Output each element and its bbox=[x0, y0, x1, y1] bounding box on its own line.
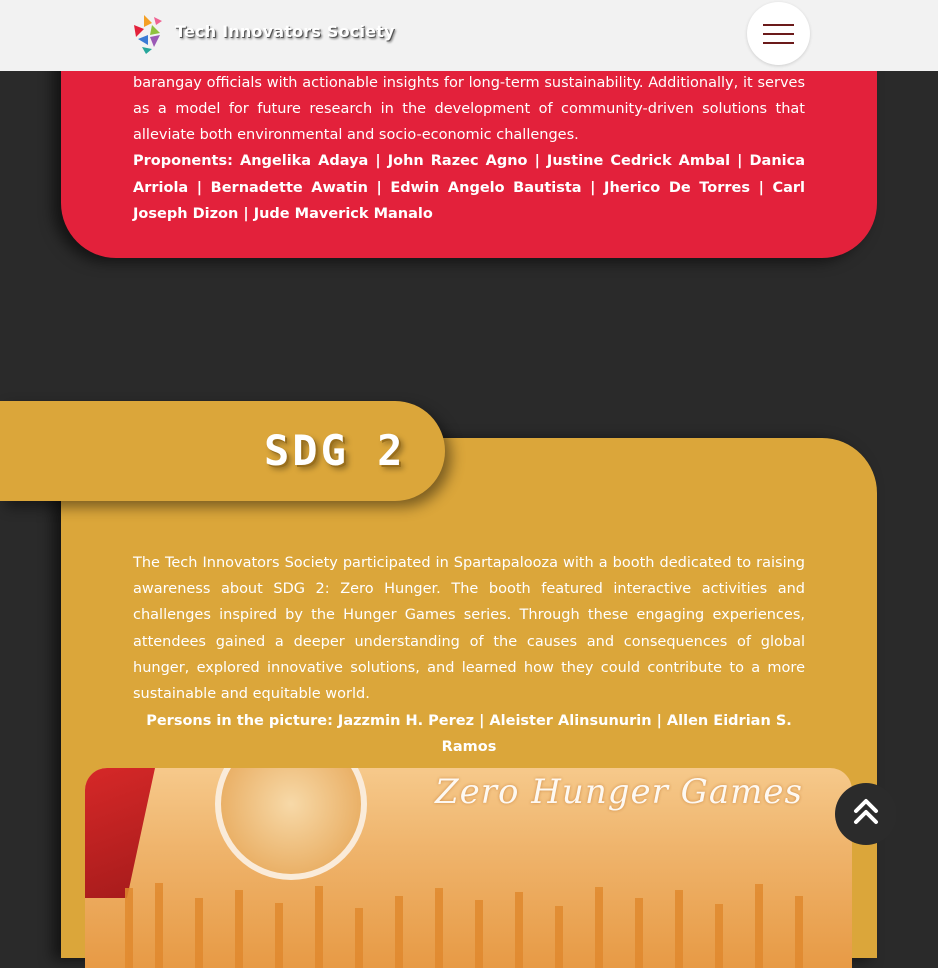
proponents-list: Proponents: Angelika Adaya | John Razec … bbox=[133, 153, 805, 222]
sdg2-card: The Tech Innovators Society participated… bbox=[61, 438, 877, 968]
double-chevron-up-icon bbox=[854, 799, 878, 824]
event-photo: Zero Hunger Games bbox=[85, 768, 852, 968]
menu-line bbox=[763, 24, 794, 26]
photo-plate-logo bbox=[215, 768, 367, 880]
scroll-to-top-button[interactable] bbox=[835, 783, 897, 845]
menu-line bbox=[763, 42, 794, 44]
project-description: barangay officials with actionable insig… bbox=[133, 75, 805, 143]
photo-paper-strips bbox=[125, 883, 803, 968]
sdg2-description: The Tech Innovators Society participated… bbox=[133, 555, 805, 703]
persons-caption: Persons in the picture: Jazzmin H. Perez… bbox=[146, 713, 792, 755]
menu-button[interactable] bbox=[747, 2, 810, 65]
site-header: Tech Innovators Society bbox=[0, 0, 938, 71]
logo-icon[interactable] bbox=[130, 13, 170, 55]
sdg-title: SDG 2 bbox=[264, 426, 406, 475]
menu-line bbox=[763, 33, 794, 35]
photo-banner-text: Zero Hunger Games bbox=[435, 772, 803, 812]
brand-name[interactable]: Tech Innovators Society bbox=[175, 22, 395, 41]
